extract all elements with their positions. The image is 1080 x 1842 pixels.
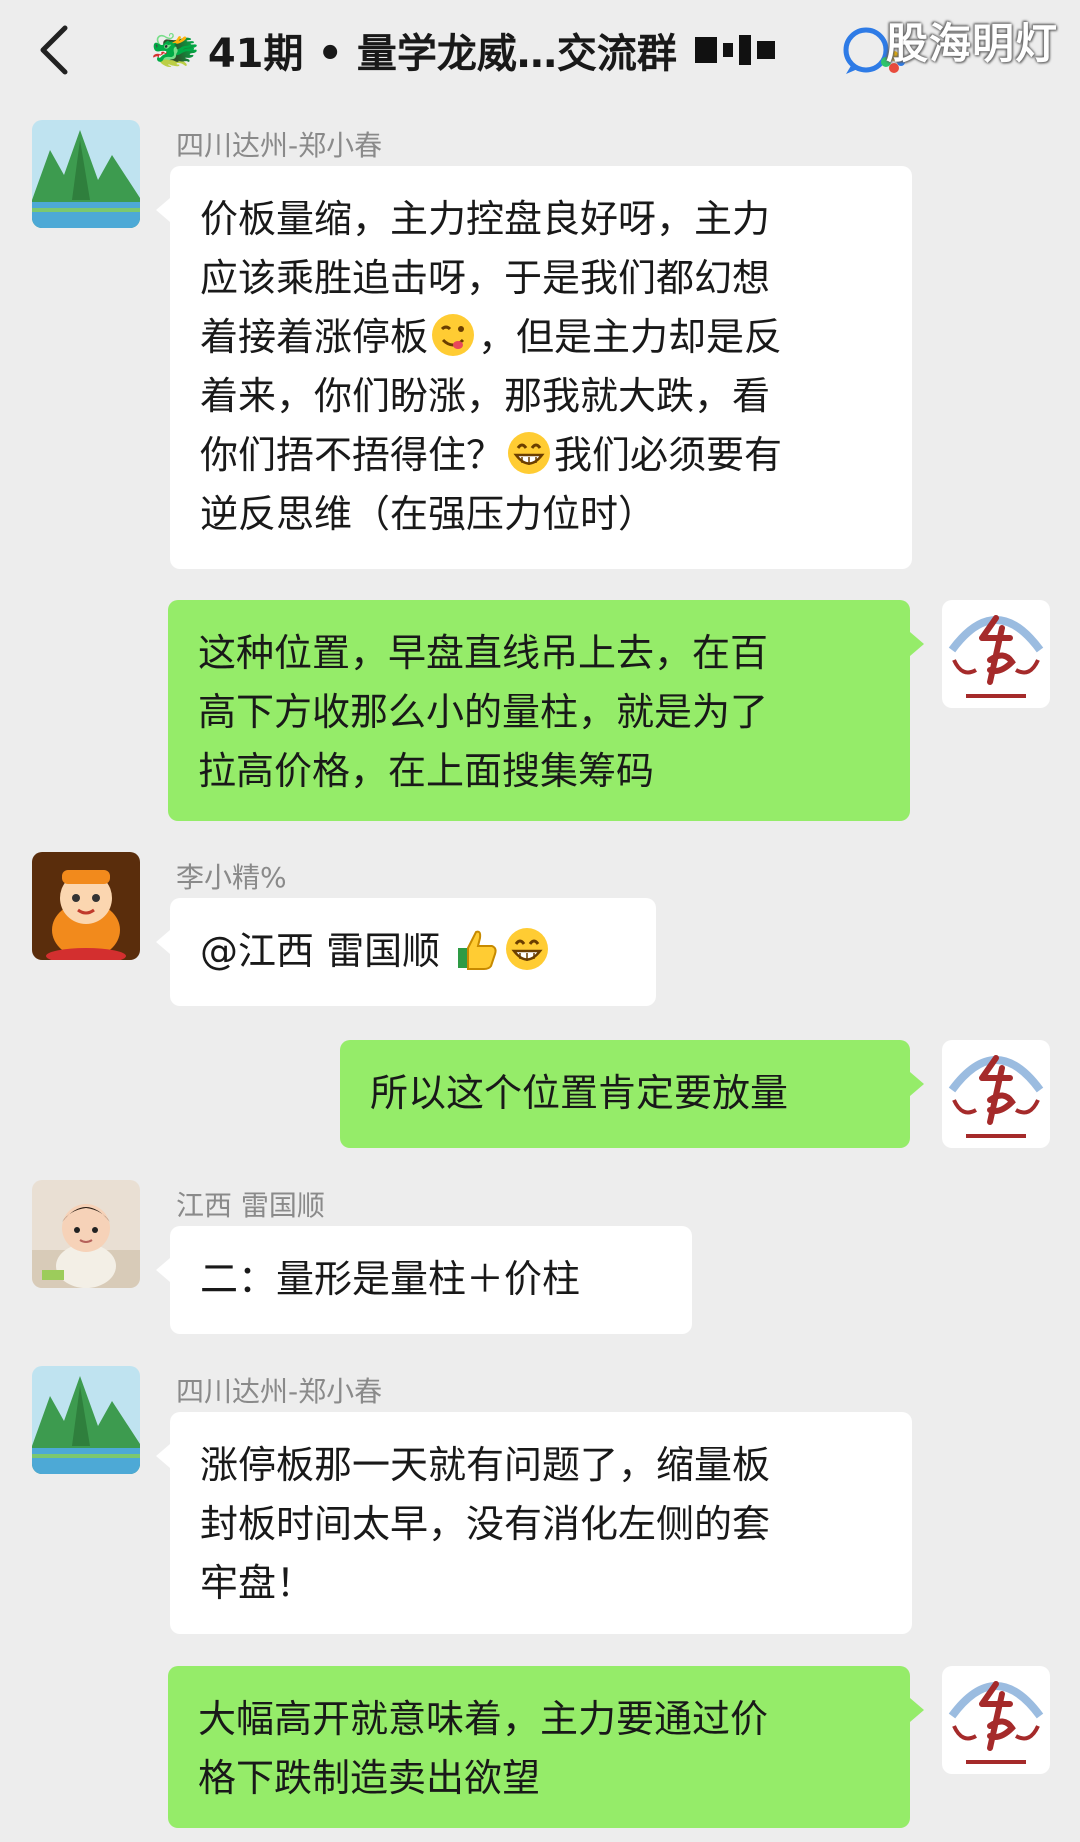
message-bubble[interactable]: 二：量形是量柱＋价柱: [156, 1226, 692, 1334]
avatar-baby-photo[interactable]: [32, 1180, 140, 1288]
message-line-with-emoji: @江西 雷国顺: [200, 922, 626, 981]
watermark: 股海明灯: [885, 19, 1058, 68]
avatar-emblem[interactable]: [942, 1666, 1050, 1774]
sender-name: 李小精%: [176, 861, 287, 894]
dragon-emoji-icon: 🐲: [150, 27, 200, 73]
message-text: 你们捂不捂得住？: [200, 433, 505, 477]
message-bubble[interactable]: 涨停板那一天就有问题了，缩量板 封板时间太早，没有消化左侧的套 牢盘！: [156, 1412, 912, 1634]
message-line: 大幅高开就意味着，主力要通过价: [198, 1697, 769, 1741]
message-bubble[interactable]: 价板量缩，主力控盘良好呀，主力 应该乘胜追击呀，于是我们都幻想 着接着涨停板 ，但…: [156, 166, 912, 569]
back-button[interactable]: [24, 14, 84, 86]
message-line: 牢盘！: [200, 1561, 315, 1605]
message-bubble-sent[interactable]: 大幅高开就意味着，主力要通过价 格下跌制造卖出欲望: [168, 1666, 924, 1828]
avatar-emblem[interactable]: [942, 600, 1050, 708]
sender-name: 四川达州-郑小春: [176, 1375, 383, 1408]
baby-photo-avatar-image: [32, 1180, 140, 1288]
landscape-avatar-image: [32, 120, 140, 228]
message-line: 所以这个位置肯定要放量: [370, 1071, 789, 1115]
avatar-emblem[interactable]: [942, 1040, 1050, 1148]
avatar-landscape[interactable]: [32, 120, 140, 228]
message-text: ，但是主力却是反: [478, 315, 783, 359]
message-line: 高下方收那么小的量柱，就是为了: [198, 690, 769, 734]
message-line: 着来，你们盼涨，那我就大跌，看: [200, 374, 771, 418]
message-line: 二：量形是量柱＋价柱: [200, 1257, 581, 1301]
mention-text: @江西 雷国顺: [200, 929, 453, 973]
avatar-landscape[interactable]: [32, 1366, 140, 1474]
grin-emoji-icon: [508, 432, 551, 474]
message-text: 我们必须要有: [554, 433, 783, 477]
message-line-with-emoji: 着接着涨停板 ，但是主力却是反: [200, 308, 882, 367]
emblem-avatar-image: [942, 1666, 1050, 1774]
message-bubble-sent[interactable]: 这种位置，早盘直线吊上去，在百 高下方收那么小的量柱，就是为了 拉高价格，在上面…: [168, 600, 924, 821]
message-line-with-emoji: 你们捂不捂得住？ 我们必须要有: [200, 426, 882, 485]
sender-name: 四川达州-郑小春: [176, 129, 383, 162]
cartoon-avatar-image: [32, 852, 140, 960]
emblem-avatar-image: [942, 600, 1050, 708]
landscape-avatar-image: [32, 1366, 140, 1474]
message-bubble-sent[interactable]: 所以这个位置肯定要放量: [340, 1040, 924, 1148]
message-line: 格下跌制造卖出欲望: [198, 1756, 541, 1800]
chat-header: 🐲 41期 • 量学龙威…交流群 股海明灯: [0, 0, 1080, 100]
avatar-cartoon[interactable]: [32, 852, 140, 960]
chevron-left-icon: [40, 25, 68, 75]
message-bubble[interactable]: @江西 雷国顺: [156, 898, 656, 1006]
message-line: 价板量缩，主力控盘良好呀，主力: [200, 197, 771, 241]
thumbs-up-emoji-icon: [458, 930, 497, 970]
redacted-member-count: [694, 35, 775, 65]
message-line: 涨停板那一天就有问题了，缩量板: [200, 1443, 771, 1487]
sender-name: 江西 雷国顺: [176, 1189, 325, 1222]
emblem-avatar-image: [942, 1040, 1050, 1148]
chat-title: 41期 • 量学龙威…交流群: [207, 31, 677, 77]
message-line: 应该乘胜追击呀，于是我们都幻想: [200, 256, 771, 300]
message-line: 这种位置，早盘直线吊上去，在百: [198, 631, 769, 675]
message-line: 拉高价格，在上面搜集筹码: [198, 749, 655, 793]
chat-title-area[interactable]: 🐲 41期 • 量学龙威…交流群: [150, 14, 775, 86]
grin-emoji-icon: [506, 928, 549, 970]
message-line: 逆反思维（在强压力位时）: [200, 492, 657, 536]
message-line: 封板时间太早，没有消化左侧的套: [200, 1502, 771, 1546]
wink-tongue-emoji-icon: [432, 314, 475, 356]
message-text: 着接着涨停板: [200, 315, 429, 359]
